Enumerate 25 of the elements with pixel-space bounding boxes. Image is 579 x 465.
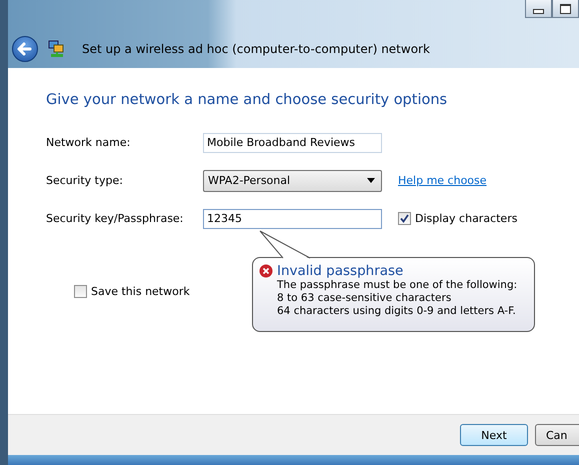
save-network-checkbox[interactable] bbox=[74, 285, 87, 298]
security-type-dropdown[interactable]: WPA2-Personal bbox=[203, 170, 382, 192]
page-heading: Give your network a name and choose security options bbox=[46, 92, 448, 108]
field-label: Security type: bbox=[46, 174, 124, 187]
caret-icon bbox=[367, 178, 375, 183]
checkbox-label: Save this network bbox=[91, 285, 190, 298]
balloon-title: Invalid passphrase bbox=[277, 263, 404, 279]
checkbox-label: Display characters bbox=[415, 212, 518, 225]
cancel-button[interactable]: Can bbox=[535, 424, 579, 446]
network-icon bbox=[48, 39, 66, 59]
input-field[interactable]: Mobile Broadband Reviews bbox=[203, 132, 382, 152]
window-title: Set up a wireless ad hoc (computer-to-computer) network bbox=[82, 42, 430, 56]
balloon-text: 64 characters using digits 0-9 and letters A-F. bbox=[277, 305, 517, 318]
input-field[interactable]: 12345 bbox=[203, 208, 382, 228]
next-button[interactable]: Next bbox=[460, 424, 528, 446]
maximize-button[interactable] bbox=[552, 0, 579, 18]
display-characters-checkbox[interactable] bbox=[398, 212, 411, 225]
minimize-button[interactable] bbox=[525, 0, 552, 18]
balloon-text: 8 to 63 case-sensitive characters bbox=[277, 292, 452, 305]
back-button[interactable] bbox=[12, 36, 38, 62]
field-label: Security key/Passphrase: bbox=[46, 212, 184, 225]
balloon-text: The passphrase must be one of the following: bbox=[277, 279, 518, 292]
field-label: Network name: bbox=[46, 136, 132, 149]
error-icon bbox=[259, 264, 273, 278]
help-link[interactable]: Help me choose bbox=[398, 174, 487, 187]
